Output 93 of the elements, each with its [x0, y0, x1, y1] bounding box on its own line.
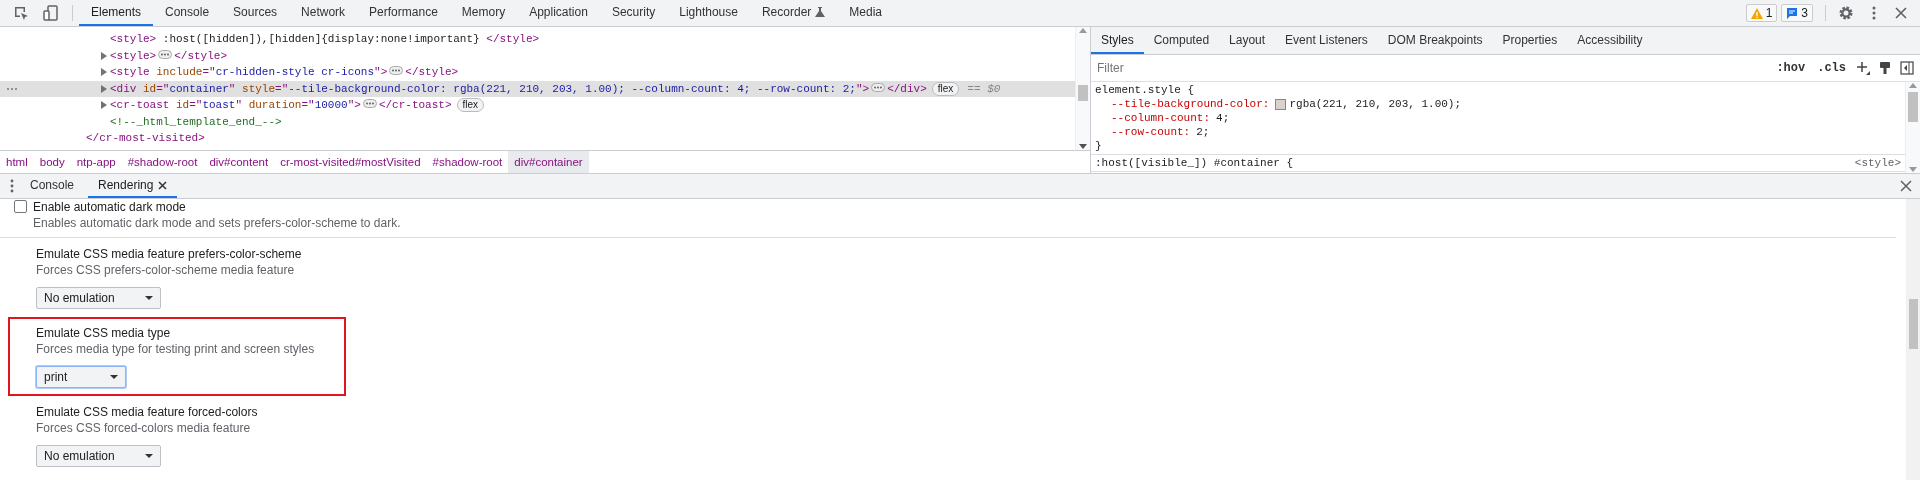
class-button[interactable]: .cls: [1815, 61, 1848, 75]
hover-state-button[interactable]: :hov: [1774, 61, 1808, 75]
sidebar-tab[interactable]: Properties: [1492, 27, 1568, 54]
dropdown[interactable]: print: [36, 366, 126, 388]
panel-tab[interactable]: Application: [517, 0, 600, 26]
drawer-tab[interactable]: Rendering: [88, 174, 178, 198]
property-value: 4;: [1216, 112, 1230, 124]
sidebar-tab[interactable]: DOM Breakpoints: [1377, 27, 1493, 54]
breadcrumb[interactable]: #shadow-root: [121, 151, 204, 173]
dom-node[interactable]: <!--_html_template_end_-->: [110, 115, 282, 128]
scroll-up-icon[interactable]: [1909, 82, 1917, 88]
ellipsis-icon[interactable]: [362, 99, 377, 109]
close-icon[interactable]: [1900, 180, 1912, 192]
ellipsis-icon[interactable]: [389, 66, 404, 76]
sidebar-tab[interactable]: Layout: [1219, 27, 1276, 54]
option-description: Forces CSS forced-colors media feature: [36, 420, 252, 436]
panel-tab[interactable]: Network: [289, 0, 358, 26]
option-description: Forces media type for testing print and screen styles: [36, 341, 315, 357]
sidebar-tab[interactable]: Styles: [1091, 27, 1144, 54]
selected-row[interactable]: <div id="container" style="--tile-background-color: rgba(221, 210, 203, 1.00); --column-count: 4; --row-count: 2;"> </div> flex == $0: [0, 80, 1075, 97]
ellipsis-icon[interactable]: [871, 82, 886, 92]
panel-tab[interactable]: Elements: [79, 0, 154, 26]
settings-icon[interactable]: [1838, 5, 1854, 21]
ellipsis-icon[interactable]: [158, 49, 173, 59]
caret-icon: [144, 454, 153, 458]
panel-tab[interactable]: Media: [837, 0, 894, 26]
option-title: Emulate CSS media feature forced-colors: [36, 404, 258, 420]
dom-node[interactable]: <div id="container" style="--tile-background-color: rgba(221, 210, 203, 1.00); --column-count: 4; --row-count: 2;"> </div>: [110, 82, 927, 95]
property-value: rgba(221, 210, 203, 1.00);: [1289, 98, 1462, 110]
panel-tab[interactable]: Lighthouse: [667, 0, 750, 26]
flex-badge[interactable]: flex: [456, 98, 485, 113]
breadcrumb[interactable]: cr-most-visited#mostVisited: [274, 151, 427, 173]
option-description: Enables automatic dark mode and sets prefers-color-scheme to dark.: [33, 215, 401, 231]
scrollbar-thumb[interactable]: [1908, 299, 1918, 349]
breadcrumb[interactable]: div#content: [203, 151, 275, 173]
message-icon: [1786, 7, 1799, 19]
scrollbar-thumb[interactable]: [1908, 92, 1918, 122]
rule-selector: element.style {: [1095, 84, 1195, 96]
expand-arrow-icon[interactable]: [101, 84, 107, 93]
panel-tab[interactable]: Memory: [449, 0, 518, 26]
panel-tab[interactable]: Console: [153, 0, 222, 26]
property-name: --row-count:: [1111, 126, 1191, 138]
expand-arrow-icon[interactable]: [101, 51, 107, 60]
color-swatch[interactable]: [1275, 98, 1287, 110]
option-title: Emulate CSS media type: [36, 325, 172, 341]
close-icon[interactable]: [158, 180, 168, 190]
dom-node[interactable]: <cr-toast id="toast" duration="10000"> </cr-toast>: [110, 99, 452, 112]
caret-icon: [144, 296, 153, 300]
device-icon[interactable]: [42, 4, 60, 22]
drawer-tab[interactable]: Console: [20, 174, 85, 198]
rule-brace: }: [1095, 140, 1102, 152]
caret-icon: [110, 375, 118, 379]
warning-count[interactable]: 1: [1745, 4, 1778, 22]
breadcrumb[interactable]: html: [0, 151, 34, 173]
add-rule-icon[interactable]: [1856, 61, 1870, 75]
breadcrumb[interactable]: ntp-app: [70, 151, 122, 173]
checkbox[interactable]: [14, 200, 27, 213]
sidebar-tab[interactable]: Computed: [1143, 27, 1220, 54]
scrollbar-thumb[interactable]: [1078, 85, 1088, 101]
node-reference: == $0: [967, 82, 1001, 95]
expand-arrow-icon[interactable]: [101, 101, 107, 110]
panel-tab[interactable]: Recorder: [749, 0, 838, 26]
dropdown[interactable]: No emulation: [36, 287, 161, 309]
sidebar-tab[interactable]: Accessibility: [1567, 27, 1653, 54]
dropdown[interactable]: No emulation: [36, 445, 161, 467]
property-value: 2;: [1196, 126, 1210, 138]
panel-tab[interactable]: Performance: [357, 0, 450, 26]
panel-tab[interactable]: Sources: [221, 0, 290, 26]
message-count[interactable]: 3: [1781, 4, 1813, 22]
property-name: --tile-background-color:: [1111, 98, 1270, 110]
option-title: Enable automatic dark mode: [33, 199, 187, 215]
expand-arrow-icon[interactable]: [101, 68, 107, 77]
dom-node[interactable]: <style> </style>: [110, 49, 228, 62]
inspect-icon[interactable]: [12, 4, 30, 22]
source-link[interactable]: <style>: [1854, 157, 1901, 169]
close-icon[interactable]: [1894, 6, 1908, 20]
dom-node[interactable]: <style include="cr-hidden-style cr-icons"> </style>: [110, 66, 459, 79]
breadcrumb[interactable]: div#container: [508, 151, 589, 173]
property-name: --column-count:: [1111, 112, 1211, 124]
paint-icon[interactable]: [1878, 61, 1892, 75]
sidebar-tab[interactable]: Event Listeners: [1275, 27, 1378, 54]
option-description: Forces CSS prefers-color-scheme media feature: [36, 262, 296, 278]
warning-icon: [1750, 7, 1763, 19]
breadcrumb[interactable]: #shadow-root: [426, 151, 509, 173]
dom-node[interactable]: <style> :host([hidden]),[hidden]{display:none!important} </style>: [110, 33, 540, 46]
option-title: Emulate CSS media feature prefers-color-scheme: [36, 246, 302, 262]
more-icon[interactable]: [8, 179, 16, 193]
breadcrumb[interactable]: body: [33, 151, 71, 173]
rule-selector: :host([visible_]) #container {: [1095, 157, 1294, 169]
panel-tab[interactable]: Security: [599, 0, 668, 26]
sidebar-toggle-icon[interactable]: [1900, 61, 1914, 75]
closing-tag: </cr-most-visited>: [86, 132, 205, 145]
flex-badge[interactable]: flex: [931, 81, 960, 96]
